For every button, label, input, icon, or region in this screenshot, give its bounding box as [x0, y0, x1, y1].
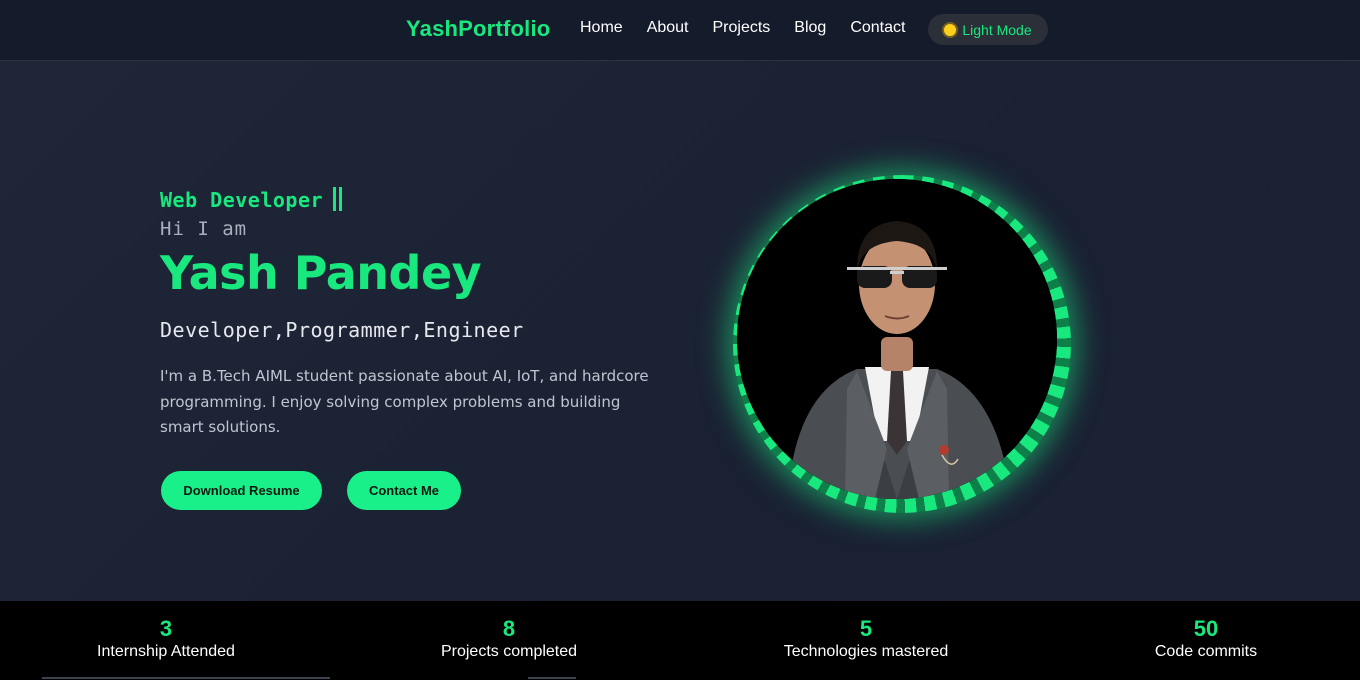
light-mode-label: Light Mode	[962, 21, 1032, 38]
stat-label: Code commits	[1154, 643, 1258, 660]
stat-projects: 8 Projects completed	[439, 617, 579, 663]
greeting: Hi I am	[160, 218, 248, 240]
sun-icon	[944, 23, 957, 36]
download-resume-button[interactable]: Download Resume	[161, 471, 322, 510]
nav-links: Home About Projects Blog Contact	[580, 19, 905, 37]
stat-internships: 3 Internship Attended	[96, 617, 236, 663]
typing-cursor-2	[339, 187, 343, 211]
stat-label: Internship Attended	[97, 643, 235, 660]
stat-value: 3	[159, 616, 173, 641]
stat-value: 5	[859, 616, 873, 641]
nav-link-projects[interactable]: Projects	[713, 19, 771, 37]
hero-titles: Developer,Programmer,Engineer	[160, 318, 524, 342]
nav-link-contact[interactable]: Contact	[850, 19, 905, 37]
stat-technologies: 5 Technologies mastered	[781, 617, 951, 663]
hero-name: Yash Pandey	[160, 246, 482, 300]
nav-link-about[interactable]: About	[647, 19, 689, 37]
typing-role: Web Developer	[160, 187, 343, 212]
stat-commits: 50 Code commits	[1146, 617, 1266, 663]
scroll-indicator	[42, 677, 330, 679]
role-text: Web Developer	[160, 188, 324, 212]
scroll-indicator-2	[528, 677, 576, 679]
brand-logo[interactable]: YashPortfolio	[406, 16, 550, 42]
profile-photo	[737, 179, 1057, 499]
stat-label: Projects completed	[440, 643, 578, 660]
hero-bio: I'm a B.Tech AIML student passionate abo…	[160, 367, 649, 436]
nav-link-home[interactable]: Home	[580, 19, 623, 37]
typing-cursor	[333, 187, 337, 211]
light-mode-toggle[interactable]: Light Mode	[928, 14, 1048, 45]
nav-link-blog[interactable]: Blog	[794, 19, 826, 37]
stat-value: 50	[1193, 616, 1219, 641]
navbar: YashPortfolio Home About Projects Blog C…	[0, 0, 1360, 61]
stats-bar: 3 Internship Attended 8 Projects complet…	[0, 601, 1360, 680]
stat-value: 8	[502, 616, 516, 641]
contact-me-button[interactable]: Contact Me	[347, 471, 461, 510]
profile-portrait-illustration	[737, 179, 1057, 499]
stat-label: Technologies mastered	[783, 643, 949, 660]
